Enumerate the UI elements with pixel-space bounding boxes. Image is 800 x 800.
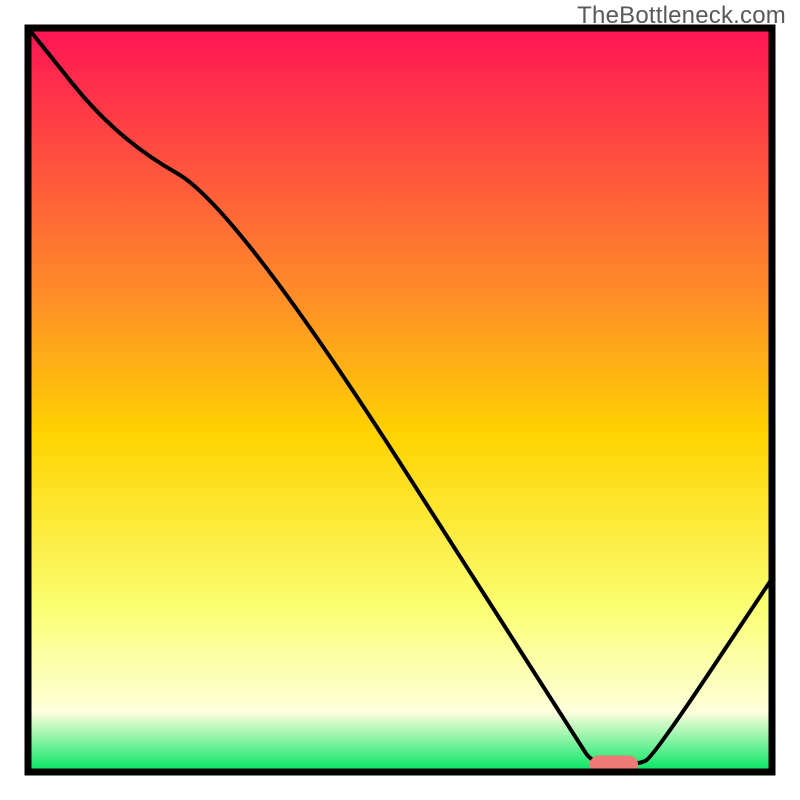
chart-container: TheBottleneck.com [0, 0, 800, 800]
bottleneck-chart [0, 0, 800, 800]
gradient-background [28, 28, 772, 772]
